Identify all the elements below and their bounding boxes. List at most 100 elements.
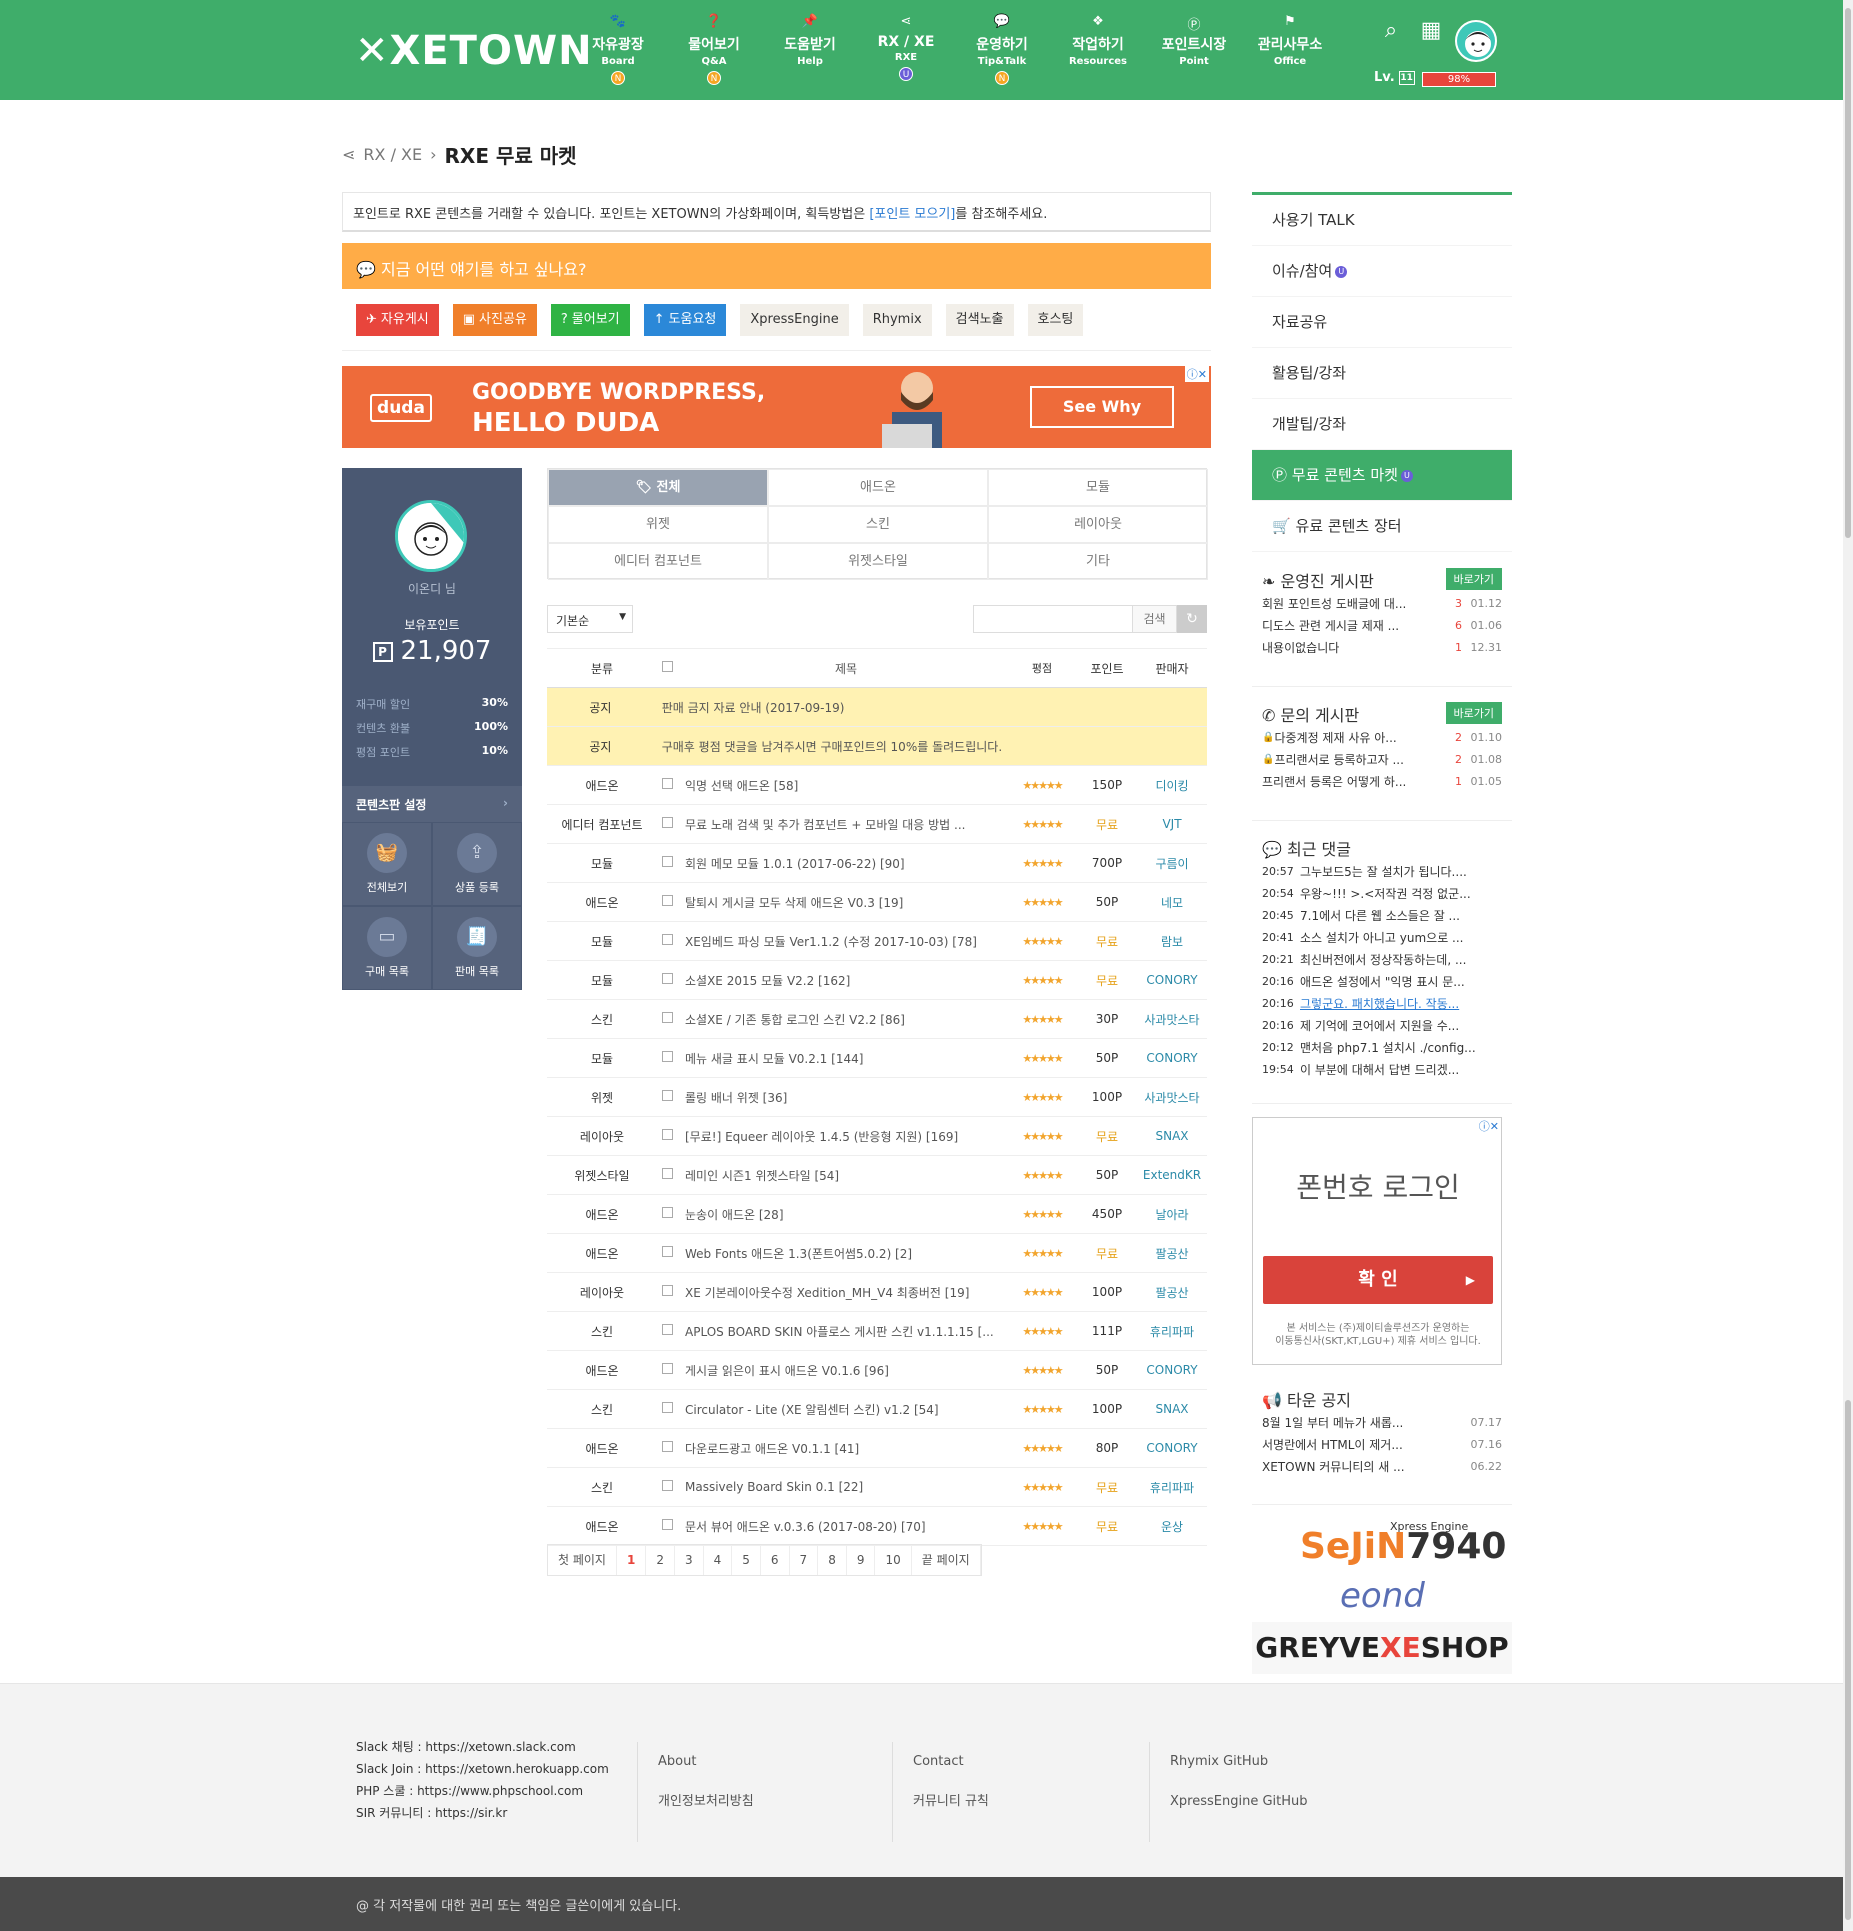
side-menu-item[interactable]: 개발팁/강좌 xyxy=(1252,399,1512,450)
list-item[interactable]: 20:16 그렇군요. 패치했습니다. 작동... xyxy=(1262,992,1502,1014)
list-item[interactable]: 20:21 최신버전에서 정상작동하는데, ... xyxy=(1262,948,1502,970)
phone-login-ad[interactable]: ⓘ✕ 폰번호 로그인 확 인 ▶ 본 서비스는 (주)제이티솔루션즈가 운영하는 이… xyxy=(1252,1117,1502,1365)
row-title[interactable]: XE 기본레이아웃수정 Xedition_MH_V4 최종버전 [19] xyxy=(677,1284,1007,1301)
row-seller[interactable]: 팔공산 xyxy=(1137,1245,1207,1262)
list-item[interactable]: 20:57 그누보드5는 잘 설치가 됩니다.... xyxy=(1262,860,1502,882)
footer-link[interactable]: PHP 스쿨 : https://www.phpschool.com xyxy=(356,1780,609,1802)
row-checkbox[interactable] xyxy=(661,1402,673,1413)
footer-link[interactable]: About xyxy=(658,1742,754,1782)
row-title[interactable]: 구매후 평점 댓글을 남겨주시면 구매포인트의 10%를 돌려드립니다. xyxy=(654,738,1207,755)
row-seller[interactable]: 운상 xyxy=(1137,1518,1207,1535)
scrollbar-thumb-lower[interactable] xyxy=(1845,1400,1851,1920)
ad-close-icon[interactable]: ⓘ✕ xyxy=(1479,1118,1499,1134)
row-seller[interactable]: CONORY xyxy=(1137,1441,1207,1455)
nav-item-office[interactable]: ⚑ 관리사무소 Office xyxy=(1242,14,1338,94)
row-title[interactable]: 익명 선택 애드온 [58] xyxy=(677,777,1007,794)
list-item[interactable]: 디도스 관련 게시글 제재 ... 6 01.06 xyxy=(1262,614,1502,636)
quick-button[interactable]: ✈ 자유게시 xyxy=(356,304,439,336)
row-seller[interactable]: 휴리파파 xyxy=(1137,1479,1207,1496)
row-seller[interactable]: CONORY xyxy=(1137,1363,1207,1377)
scrollbar-thumb[interactable] xyxy=(1845,8,1851,538)
row-title[interactable]: 게시글 읽은이 표시 애드온 V0.1.6 [96] xyxy=(677,1362,1007,1379)
side-menu-item[interactable]: 🛒 유료 콘텐츠 장터 xyxy=(1252,501,1512,552)
row-seller[interactable]: CONORY xyxy=(1137,1051,1207,1065)
page-link[interactable]: 8 xyxy=(818,1545,847,1575)
notice-row[interactable]: 공지 판매 금지 자료 안내 (2017-09-19) xyxy=(547,688,1207,727)
row-title[interactable]: XE임베드 파싱 모듈 Ver1.1.2 (수정 2017-10-03) [78… xyxy=(677,933,1007,950)
page-link[interactable]: 2 xyxy=(646,1545,675,1575)
footer-link[interactable]: SIR 커뮤니티 : https://sir.kr xyxy=(356,1802,609,1824)
list-item[interactable]: 19:54 이 부분에 대해서 답변 드리겠... xyxy=(1262,1058,1502,1080)
calendar-icon[interactable]: ▦ xyxy=(1418,18,1444,43)
row-title[interactable]: Circulator - Lite (XE 알림센터 스킨) v1.2 [54] xyxy=(677,1401,1007,1418)
row-title[interactable]: 다운로드광고 애드온 V0.1.1 [41] xyxy=(677,1440,1007,1457)
footer-link[interactable]: 커뮤니티 규칙 xyxy=(913,1782,989,1822)
row-checkbox[interactable] xyxy=(661,1207,673,1218)
list-item[interactable]: 🔒 다중계정 제재 사유 아... 2 01.10 xyxy=(1262,726,1502,748)
breadcrumb-parent[interactable]: RX / XE xyxy=(363,145,422,164)
nav-item-point[interactable]: Ⓟ 포인트시장 Point xyxy=(1146,14,1242,94)
row-seller[interactable]: ExtendKR xyxy=(1137,1168,1207,1182)
eond-banner[interactable]: eond xyxy=(1340,1576,1425,1616)
footer-link[interactable]: Contact xyxy=(913,1742,989,1782)
nav-item-qa[interactable]: ❓ 물어보기 Q&A N xyxy=(666,14,762,94)
point-guide-link[interactable]: [포인트 모으기] xyxy=(869,207,955,222)
row-title[interactable]: 레미인 시즌1 위젯스타일 [54] xyxy=(677,1167,1007,1184)
row-seller[interactable]: 사과맛스타 xyxy=(1137,1089,1207,1106)
list-item[interactable]: 프리랜서 등록은 어떻게 하... 1 01.05 xyxy=(1262,770,1502,792)
first-page-link[interactable]: 첫 페이지 xyxy=(548,1545,617,1575)
row-checkbox[interactable] xyxy=(661,1012,673,1023)
row-seller[interactable]: 디이킹 xyxy=(1137,777,1207,794)
footer-link[interactable]: XpressEngine GitHub xyxy=(1170,1782,1308,1822)
row-title[interactable]: [무료!] Equeer 레이아웃 1.4.5 (반응형 지원) [169] xyxy=(677,1128,1007,1145)
quick-button[interactable]: XpressEngine xyxy=(740,304,849,336)
reset-icon[interactable]: ↻ xyxy=(1177,605,1207,633)
last-page-link[interactable]: 끝 페이지 xyxy=(912,1545,981,1575)
page-link[interactable]: 10 xyxy=(875,1545,912,1575)
page-link[interactable]: 7 xyxy=(790,1545,819,1575)
page-scrollbar[interactable] xyxy=(1843,0,1853,1931)
sort-select[interactable]: 기본순 ▼ xyxy=(547,605,633,633)
profile-action[interactable]: 🧺 전체보기 xyxy=(342,822,432,906)
page-link[interactable]: 9 xyxy=(847,1545,876,1575)
list-item[interactable]: 내용이없습니다 1 12.31 xyxy=(1262,636,1502,658)
category-tab[interactable]: 🏷 전체 xyxy=(548,469,768,506)
list-item[interactable]: 20:12 맨처음 php7.1 설치시 ./config... xyxy=(1262,1036,1502,1058)
goto-button[interactable]: 바로가기 xyxy=(1445,702,1502,724)
row-seller[interactable]: SNAX xyxy=(1137,1402,1207,1416)
footer-link[interactable]: Rhymix GitHub xyxy=(1170,1742,1308,1782)
row-title[interactable]: 회원 메모 모듈 1.0.1 (2017-06-22) [90] xyxy=(677,855,1007,872)
page-link[interactable]: 5 xyxy=(732,1545,761,1575)
row-checkbox[interactable] xyxy=(661,1480,673,1491)
ad-close-icon[interactable]: ⓘ✕ xyxy=(1184,366,1209,382)
row-title[interactable]: 무료 노래 검색 및 추가 컴포넌트 + 모바일 대응 방법 ... xyxy=(677,816,1007,833)
row-checkbox[interactable] xyxy=(661,1246,673,1257)
list-item[interactable]: 서명란에서 HTML이 제거... 07.16 xyxy=(1262,1433,1502,1455)
nav-item-resources[interactable]: ❖ 작업하기 Resources xyxy=(1050,14,1146,94)
row-checkbox[interactable] xyxy=(661,1324,673,1335)
row-checkbox[interactable] xyxy=(661,1090,673,1101)
list-item[interactable]: XETOWN 커뮤니티의 새 ... 06.22 xyxy=(1262,1455,1502,1477)
row-title[interactable]: 소셜XE 2015 모듈 V2.2 [162] xyxy=(677,972,1007,989)
category-tab[interactable]: 에디터 컴포넌트 xyxy=(548,543,768,580)
row-seller[interactable]: CONORY xyxy=(1137,973,1207,987)
profile-action[interactable]: 🧾 판매 목록 xyxy=(432,906,522,990)
row-title[interactable]: APLOS BOARD SKIN 아플로스 게시판 스킨 v1.1.1.15 [… xyxy=(677,1323,1007,1340)
sejin-banner[interactable]: SeJiN7940 xyxy=(1300,1526,1506,1567)
side-menu-item[interactable]: 활용팁/강좌 xyxy=(1252,348,1512,399)
list-item[interactable]: 20:16 애드온 설정에서 "익명 표시 문... xyxy=(1262,970,1502,992)
category-tab[interactable]: 애드온 xyxy=(768,469,988,506)
nav-item-board[interactable]: 🐾 자유광장 Board N xyxy=(570,14,666,94)
row-seller[interactable]: SNAX xyxy=(1137,1129,1207,1143)
row-checkbox[interactable] xyxy=(661,1285,673,1296)
profile-avatar[interactable] xyxy=(395,500,467,572)
row-checkbox[interactable] xyxy=(661,817,673,828)
talk-prompt-bar[interactable]: 💬 지금 어떤 얘기를 하고 싶나요? xyxy=(342,243,1211,289)
quick-button[interactable]: ↑ 도움요청 xyxy=(643,304,727,336)
row-seller[interactable]: 람보 xyxy=(1137,933,1207,950)
search-button[interactable]: 검색 xyxy=(1133,605,1177,633)
quick-button[interactable]: Rhymix xyxy=(862,304,932,336)
row-seller[interactable]: 휴리파파 xyxy=(1137,1323,1207,1340)
list-item[interactable]: 🔒 프리랜서로 등록하고자 ... 2 01.08 xyxy=(1262,748,1502,770)
row-checkbox[interactable] xyxy=(661,778,673,789)
